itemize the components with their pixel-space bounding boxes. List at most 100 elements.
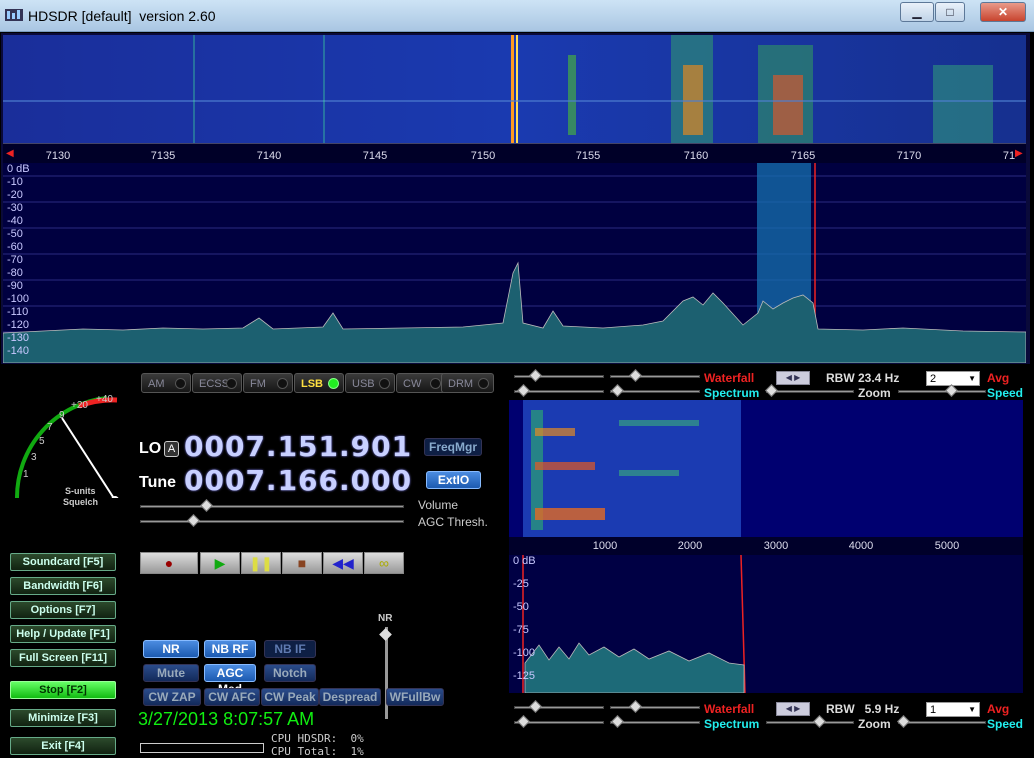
- speed-slider[interactable]: [898, 384, 986, 397]
- db-label: -70: [7, 254, 23, 266]
- tune-label: Tune: [139, 474, 177, 491]
- help-update-button[interactable]: Help / Update [F1]: [10, 625, 116, 643]
- lo-badge[interactable]: A: [164, 441, 179, 457]
- cpu-total-text: CPU Total: 1%: [271, 745, 364, 758]
- audio-waterfall-graphic: [509, 400, 1023, 537]
- nb-rf-button[interactable]: NB RF: [204, 640, 256, 658]
- slider-knob[interactable]: [945, 384, 958, 397]
- maximize-icon[interactable]: □: [935, 2, 965, 22]
- slider-knob[interactable]: [529, 700, 542, 713]
- extio-button[interactable]: ExtIO: [426, 471, 481, 489]
- exit-button[interactable]: Exit [F4]: [10, 737, 116, 755]
- agc-thresh-slider[interactable]: [140, 514, 404, 527]
- audio-frequency-axis[interactable]: 1000 2000 3000 4000 5000: [509, 537, 1023, 555]
- slider-knob[interactable]: [897, 715, 910, 728]
- rf-waterfall[interactable]: [3, 35, 1026, 143]
- mode-am-button[interactable]: AM: [141, 373, 191, 393]
- nr-knob[interactable]: [379, 628, 392, 641]
- notch-button[interactable]: Notch: [264, 664, 316, 682]
- mute-button[interactable]: Mute: [143, 664, 199, 682]
- slider-knob[interactable]: [629, 369, 642, 382]
- mode-lsb-button[interactable]: LSB: [294, 373, 344, 393]
- despread-button[interactable]: Despread: [319, 688, 381, 706]
- slider-knob[interactable]: [611, 715, 624, 728]
- cw-zap-button[interactable]: CW ZAP: [143, 688, 201, 706]
- nb-if-button[interactable]: NB IF: [264, 640, 316, 658]
- wfullbw-button[interactable]: WFullBw: [386, 688, 444, 706]
- zoom-slider[interactable]: [765, 384, 854, 397]
- stop-playback-icon[interactable]: ■: [282, 552, 322, 574]
- rewind-icon[interactable]: ◀◀: [323, 552, 363, 574]
- freqmgr-button[interactable]: FreqMgr: [424, 438, 482, 456]
- waterfall-label: Waterfall: [704, 371, 755, 385]
- rbw-spinner[interactable]: ◀ ▶: [776, 702, 810, 716]
- wf1-slider-b[interactable]: [610, 369, 700, 382]
- mode-label: LSB: [301, 378, 323, 390]
- db-label: -25: [513, 578, 529, 590]
- slider-knob[interactable]: [765, 384, 778, 397]
- mode-ecss-button[interactable]: ECSS: [192, 373, 242, 393]
- agc-knob[interactable]: [187, 514, 200, 527]
- scroll-left-icon[interactable]: ◀: [6, 148, 14, 159]
- wf1-slider-a[interactable]: [514, 369, 604, 382]
- minimize-button[interactable]: Minimize [F3]: [10, 709, 116, 727]
- rbw-label: RBW 23.4 Hz: [826, 371, 900, 385]
- agc-med-button[interactable]: AGC Med: [204, 664, 256, 696]
- mode-usb-button[interactable]: USB: [345, 373, 395, 393]
- sp2-slider-a[interactable]: [514, 715, 604, 728]
- nr-slider-label: NR: [378, 613, 393, 624]
- volume-knob[interactable]: [200, 499, 213, 512]
- scroll-right-icon[interactable]: ▶: [1015, 148, 1023, 159]
- cw-afc-button[interactable]: CW AFC: [204, 688, 260, 706]
- record-icon[interactable]: ●: [140, 552, 198, 574]
- wf2-slider-b[interactable]: [610, 700, 700, 713]
- slider-knob[interactable]: [611, 384, 624, 397]
- audio-spectrum[interactable]: 0 dB -25 -50 -75 -100 -125: [509, 555, 1023, 693]
- stop-button[interactable]: Stop [F2]: [10, 681, 116, 699]
- volume-slider[interactable]: [140, 499, 404, 512]
- audio-waterfall[interactable]: [509, 400, 1023, 537]
- slider-knob[interactable]: [529, 369, 542, 382]
- nr-button[interactable]: NR: [143, 640, 199, 658]
- slider-knob[interactable]: [517, 384, 530, 397]
- slider-knob[interactable]: [517, 715, 530, 728]
- minimize-icon[interactable]: ▁: [900, 2, 934, 22]
- rf-frequency-axis[interactable]: ◀ 7130 7135 7140 7145 7150 7155 7160 716…: [3, 143, 1026, 163]
- cw-peak-button[interactable]: CW Peak: [261, 688, 319, 706]
- mode-fm-button[interactable]: FM: [243, 373, 293, 393]
- bandwidth-button[interactable]: Bandwidth [F6]: [10, 577, 116, 595]
- rf-waterfall-graphic: [3, 35, 1026, 143]
- avg-select[interactable]: 1: [926, 702, 980, 717]
- avg-select[interactable]: 2: [926, 371, 980, 386]
- mode-label: ECSS: [199, 378, 229, 390]
- zoom-slider[interactable]: [766, 715, 854, 728]
- close-icon[interactable]: ✕: [980, 2, 1026, 22]
- lo-frequency[interactable]: 0007.151.901: [184, 430, 412, 463]
- speed-label: Speed: [987, 717, 1024, 731]
- db-label: -110: [7, 306, 29, 318]
- loop-icon[interactable]: ∞: [364, 552, 404, 574]
- soundcard-button[interactable]: Soundcard [F5]: [10, 553, 116, 571]
- rbw-spinner[interactable]: ◀ ▶: [776, 371, 810, 385]
- freq-tick: 7155: [575, 150, 601, 162]
- mode-drm-button[interactable]: DRM: [441, 373, 494, 393]
- db-label: -50: [513, 601, 529, 613]
- db-label: -80: [7, 267, 23, 279]
- sp1-slider-a[interactable]: [514, 384, 604, 397]
- mode-cw-button[interactable]: CW: [396, 373, 446, 393]
- speed-slider[interactable]: [897, 715, 986, 728]
- options-button[interactable]: Options [F7]: [10, 601, 116, 619]
- sp2-slider-b[interactable]: [610, 715, 700, 728]
- tune-frequency[interactable]: 0007.166.000: [184, 464, 412, 497]
- audio-spectrum-graphic: [522, 555, 746, 693]
- db-label: -100: [513, 647, 536, 659]
- db-label: -20: [7, 189, 23, 201]
- full-screen-button[interactable]: Full Screen [F11]: [10, 649, 116, 667]
- sp1-slider-b[interactable]: [610, 384, 700, 397]
- play-icon[interactable]: ▶: [200, 552, 240, 574]
- pause-icon[interactable]: ❚❚: [241, 552, 281, 574]
- wf2-slider-a[interactable]: [514, 700, 604, 713]
- slider-knob[interactable]: [813, 715, 826, 728]
- rf-spectrum[interactable]: 0 dB -10 -20 -30 -40 -50 -60 -70 -80 -90 -100 -110-…: [3, 163, 1026, 363]
- slider-knob[interactable]: [629, 700, 642, 713]
